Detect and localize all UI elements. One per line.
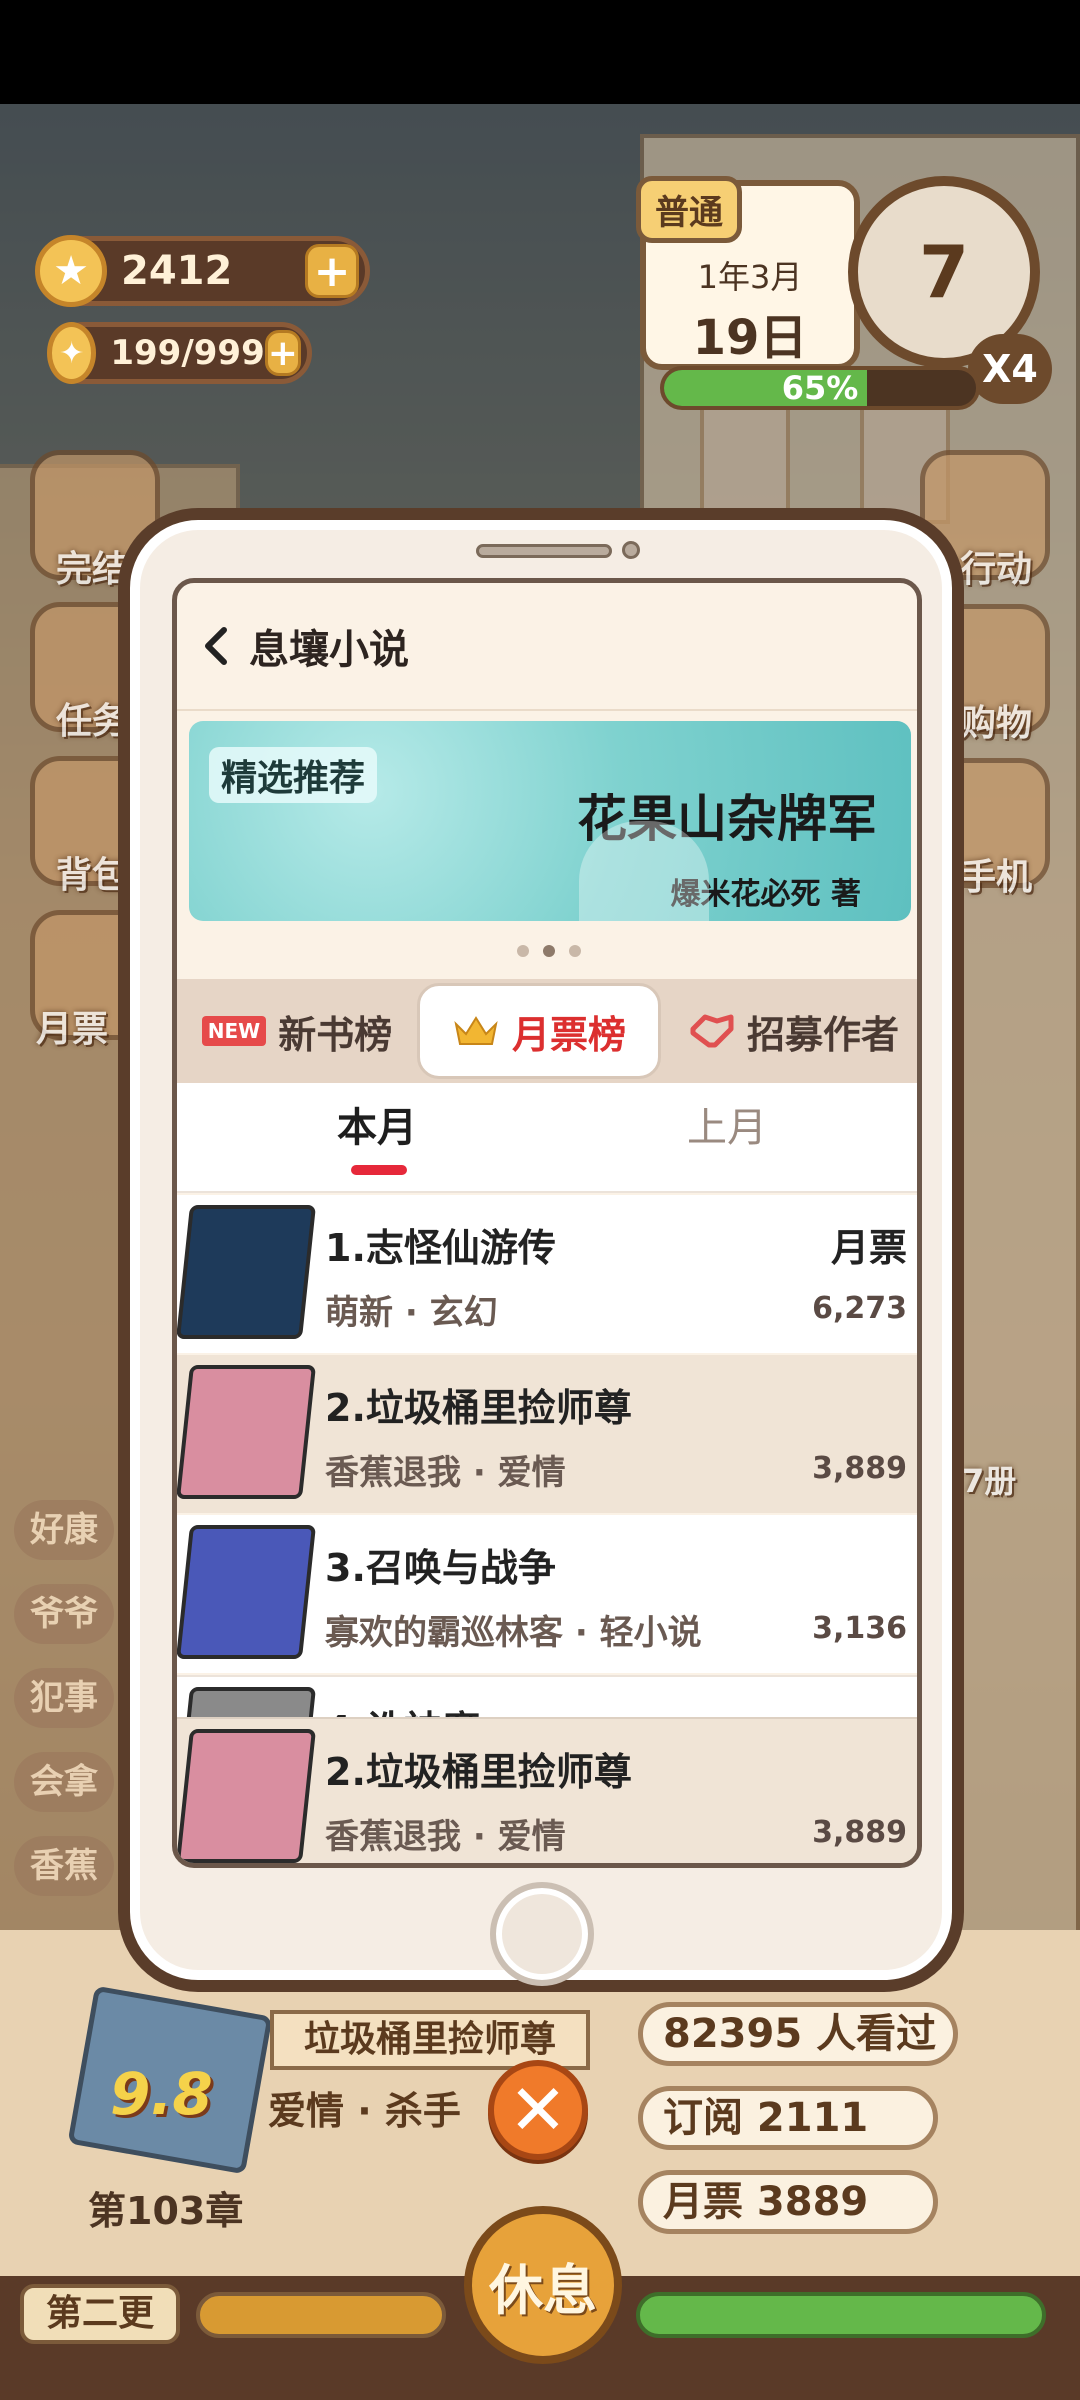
clock-value: 7: [918, 230, 970, 314]
book-cover: [177, 1729, 317, 1863]
coin-icon: ★: [35, 235, 107, 307]
book-meta: 萌新 · 玄幻: [325, 1293, 498, 1333]
writing-progress-bar: [196, 2292, 446, 2338]
phone-device: 息壤小说 精选推荐 花果山杂牌军 爆米花必死 著 NEW 新书榜 月票榜 招募作…: [118, 508, 964, 1992]
side-label-phone: 手机: [960, 857, 1033, 898]
stamina-progress-bar: [636, 2292, 1046, 2338]
update-label[interactable]: 第二更: [20, 2284, 180, 2344]
carousel-dots: [517, 945, 581, 957]
period-tabs: 本月 上月: [177, 1083, 917, 1193]
monthly-ticket-count: 月票 3889: [638, 2170, 938, 2234]
book-genre: 爱情 · 杀手: [268, 2089, 461, 2133]
lightbulb-icon: ✦: [47, 322, 97, 384]
phone-camera: [622, 541, 640, 559]
book-rating: 9.8: [110, 2060, 213, 2128]
book-title: 3.召唤与战争: [325, 1546, 556, 1590]
list-item[interactable]: 1.志怪仙游传 萌新 · 玄幻 月票 6,273: [177, 1195, 917, 1353]
back-arrow-icon[interactable]: [195, 626, 235, 666]
book-title: 1.志怪仙游传: [325, 1226, 556, 1270]
book-title: 2.垃圾桶里捡师尊: [325, 1750, 632, 1794]
chapter-number: 第103章: [88, 2189, 244, 2233]
app-title: 息壤小说: [249, 627, 409, 673]
left-chip[interactable]: 犯事: [14, 1668, 114, 1728]
carousel-dot-active[interactable]: [543, 945, 555, 957]
carousel-dot[interactable]: [569, 945, 581, 957]
phone-home-button[interactable]: [490, 1882, 594, 1986]
ticket-count: 3,889: [812, 1815, 907, 1850]
tab-new-books[interactable]: NEW 新书榜: [177, 983, 417, 1079]
book-cover: [177, 1205, 317, 1339]
book-meta: 寡欢的霸巡林客 · 轻小说: [325, 1613, 702, 1653]
energy-percent: 65%: [781, 369, 859, 407]
tab-label: 招募作者: [746, 1012, 899, 1057]
add-energy-drink-button[interactable]: +: [264, 330, 301, 376]
side-label-action: 行动: [960, 549, 1033, 590]
book-cover: [177, 1365, 317, 1499]
book-meta: 香蕉退我 · 爱情: [325, 1817, 566, 1857]
tab-last-month[interactable]: 上月: [687, 1095, 767, 1153]
novel-app-screen: 息壤小说 精选推荐 花果山杂牌军 爆米花必死 著 NEW 新书榜 月票榜 招募作…: [172, 578, 922, 1868]
tab-label: 新书榜: [278, 1012, 393, 1057]
calendar-widget[interactable]: 普通 1年3月 19日: [636, 176, 860, 370]
active-tab-underline: [351, 1165, 407, 1175]
side-label-monthly-ticket: 月票: [36, 1009, 109, 1050]
volumes-count: 7册: [962, 1462, 1017, 1500]
ticket-count: 3,889: [812, 1451, 907, 1486]
tab-recruit-authors[interactable]: 招募作者: [661, 983, 917, 1079]
featured-book-title: 花果山杂牌军: [577, 790, 877, 848]
new-badge: NEW: [201, 1016, 267, 1046]
left-chip[interactable]: 会拿: [14, 1752, 114, 1812]
add-coins-button[interactable]: +: [305, 244, 359, 298]
ticket-count: 3,136: [812, 1611, 907, 1646]
handshake-icon: [690, 1014, 734, 1048]
book-cover: [177, 1525, 317, 1659]
left-chip[interactable]: 爷爷: [14, 1584, 114, 1644]
book-title: 2.垃圾桶里捡师尊: [325, 1386, 632, 1430]
tab-monthly-tickets[interactable]: 月票榜: [417, 983, 661, 1079]
list-item[interactable]: 2.垃圾桶里捡师尊 香蕉退我 · 爱情 3,889: [177, 1355, 917, 1513]
subscription-count: 订阅 2111: [638, 2086, 938, 2150]
calendar-day: 19日: [692, 310, 808, 366]
calendar-year-month: 1年3月: [697, 258, 803, 296]
tab-label: 月票榜: [511, 1012, 626, 1057]
ranking-tabs: NEW 新书榜 月票榜 招募作者: [177, 979, 917, 1083]
close-button[interactable]: ✕: [488, 2060, 588, 2160]
energy-bar: 65%: [660, 366, 980, 410]
book-meta: 香蕉退我 · 爱情: [325, 1453, 566, 1493]
rest-button[interactable]: 休息: [464, 2206, 622, 2364]
featured-book-author: 爆米花必死 著: [670, 877, 861, 912]
list-item[interactable]: 3.召唤与战争 寡欢的霸巡林客 · 轻小说 3,136: [177, 1515, 917, 1673]
energy-drink-counter: ✦ 199/999 +: [47, 322, 312, 384]
difficulty-mode: 普通: [636, 176, 742, 243]
carousel-dot[interactable]: [517, 945, 529, 957]
ticket-label: 月票: [830, 1226, 907, 1270]
ranking-list[interactable]: 1.志怪仙游传 萌新 · 玄幻 月票 6,273 2.垃圾桶里捡师尊 香蕉退我 …: [177, 1195, 917, 1767]
app-bar: 息壤小说: [177, 583, 917, 711]
featured-tag: 精选推荐: [209, 747, 378, 803]
left-chip[interactable]: 好康: [14, 1500, 114, 1560]
speed-multiplier-button[interactable]: X4: [968, 334, 1052, 404]
viewers-count: 82395 人看过: [638, 2002, 958, 2066]
featured-banner[interactable]: 精选推荐 花果山杂牌军 爆米花必死 著: [189, 721, 911, 921]
my-book-pinned-row[interactable]: 2.垃圾桶里捡师尊 香蕉退我 · 爱情 3,889: [177, 1717, 917, 1863]
ticket-count: 6,273: [812, 1291, 907, 1326]
phone-speaker: [476, 544, 612, 558]
crown-icon: [454, 1016, 498, 1045]
tab-this-month[interactable]: 本月: [337, 1095, 417, 1153]
left-chip[interactable]: 香蕉: [14, 1836, 114, 1896]
side-label-shop: 购物: [960, 703, 1033, 744]
coin-counter: ★ 2412 +: [35, 235, 370, 307]
building-window: [700, 404, 790, 524]
